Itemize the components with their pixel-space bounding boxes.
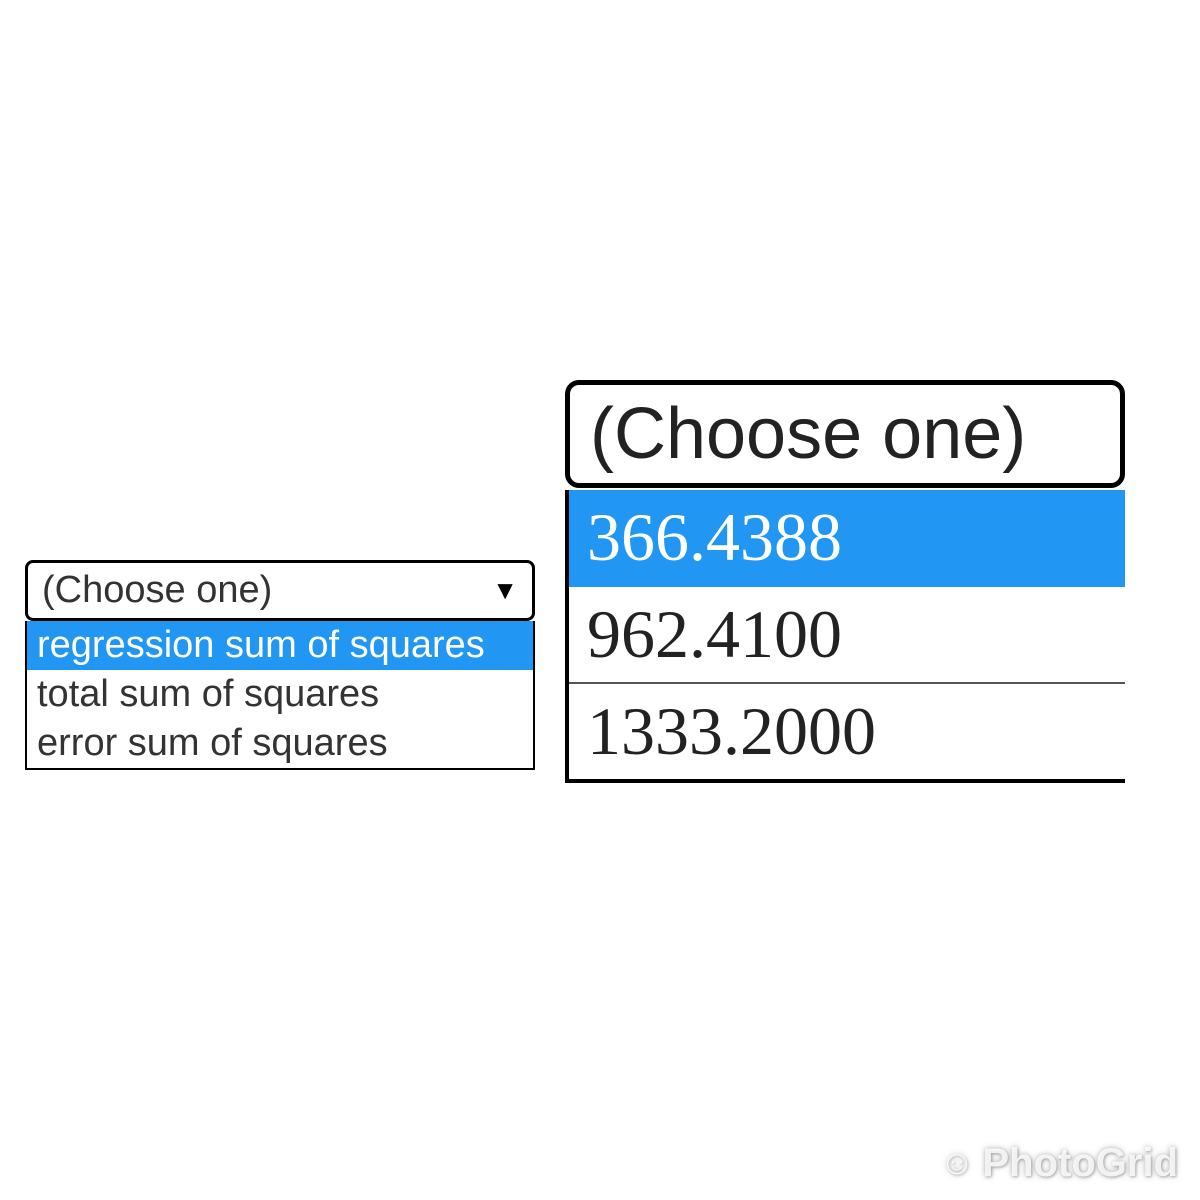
option-value-1[interactable]: 366.4388 [569,490,1125,587]
smiley-icon: ☺ [940,1144,975,1183]
select-box-numeric[interactable]: (Choose one) [565,380,1125,488]
option-value-2[interactable]: 962.4100 [569,587,1125,684]
select-placeholder: (Choose one) [42,569,272,612]
option-value-3[interactable]: 1333.2000 [569,684,1125,779]
option-total-sos[interactable]: total sum of squares [27,670,533,719]
watermark-text: PhotoGrid [982,1141,1178,1186]
option-regression-sos[interactable]: regression sum of squares [27,621,533,670]
watermark: ☺ PhotoGrid [940,1141,1178,1186]
dropdown-numeric: (Choose one) 366.4388 962.4100 1333.2000 [565,380,1125,783]
chevron-down-icon: ▼ [492,575,518,606]
select-placeholder: (Choose one) [590,394,1026,474]
option-error-sos[interactable]: error sum of squares [27,719,533,768]
dropdown-options-numeric: 366.4388 962.4100 1333.2000 [565,490,1125,783]
dropdown-sum-of-squares: (Choose one) ▼ regression sum of squares… [25,560,535,770]
dropdown-options-sos: regression sum of squares total sum of s… [25,621,535,770]
select-box-sos[interactable]: (Choose one) ▼ [25,560,535,621]
